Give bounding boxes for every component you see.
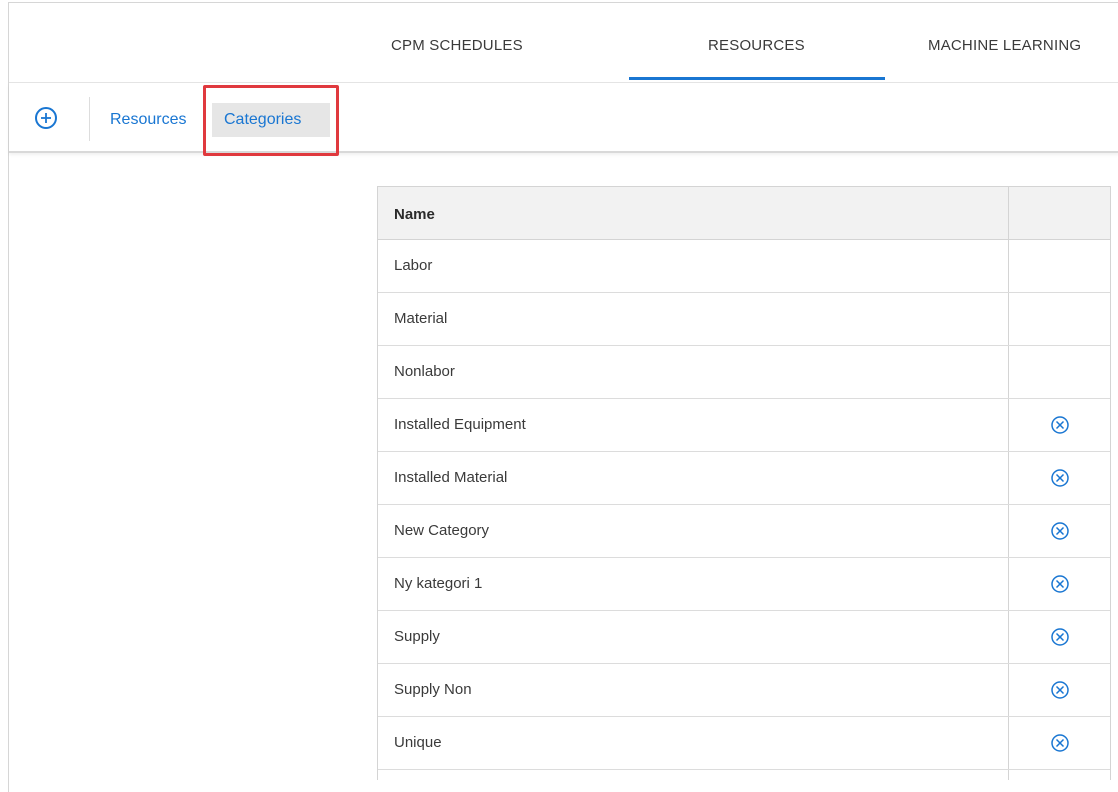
table-row[interactable]: Material	[378, 293, 1110, 346]
close-circle-icon[interactable]	[1050, 680, 1070, 700]
app-frame: CPM SCHEDULES RESOURCES MACHINE LEARNING…	[8, 2, 1118, 792]
category-name: Unique	[394, 734, 442, 751]
close-circle-icon[interactable]	[1050, 733, 1070, 753]
close-circle-icon[interactable]	[1050, 521, 1070, 541]
table-header: Name	[378, 186, 1110, 240]
category-name: Supply	[394, 628, 440, 645]
category-name: Material	[394, 310, 448, 327]
add-button[interactable]	[35, 107, 57, 129]
category-name: Installed Material	[394, 469, 508, 486]
categories-link[interactable]: Categories	[224, 111, 301, 129]
table-tail	[378, 770, 1110, 780]
close-circle-icon[interactable]	[1050, 415, 1070, 435]
close-circle-icon[interactable]	[1050, 574, 1070, 594]
category-name: Nonlabor	[394, 363, 455, 380]
top-tab-bar: CPM SCHEDULES RESOURCES MACHINE LEARNING	[9, 3, 1118, 83]
category-name: Ny kategori 1	[394, 575, 483, 592]
toolbar-divider	[89, 97, 90, 141]
table-row[interactable]: Labor	[378, 240, 1110, 293]
table-row[interactable]: Installed Equipment	[378, 399, 1110, 452]
category-name: Labor	[394, 257, 433, 274]
category-name: Supply Non	[394, 681, 472, 698]
toolbar: Resources Categories	[9, 83, 1118, 156]
close-circle-icon[interactable]	[1050, 468, 1070, 488]
table-row[interactable]: New Category	[378, 505, 1110, 558]
category-name: Installed Equipment	[394, 416, 526, 433]
table-row[interactable]: Unique	[378, 717, 1110, 770]
tab-machine-learning[interactable]: MACHINE LEARNING	[928, 37, 1081, 54]
table-row[interactable]: Installed Material	[378, 452, 1110, 505]
table-row[interactable]: Supply	[378, 611, 1110, 664]
plus-circle-icon	[41, 113, 51, 123]
column-header-name[interactable]: Name	[394, 206, 435, 223]
category-name: New Category	[394, 522, 490, 539]
close-circle-icon[interactable]	[1050, 627, 1070, 647]
categories-table: Name Labor Material Nonlabor Installed Equi…	[377, 186, 1111, 780]
column-separator	[1008, 187, 1009, 239]
table-row[interactable]: Nonlabor	[378, 346, 1110, 399]
tab-resources[interactable]: RESOURCES	[708, 37, 805, 54]
table-body: Labor Material Nonlabor Installed Equipment…	[378, 240, 1110, 770]
table-row[interactable]: Ny kategori 1	[378, 558, 1110, 611]
active-tab-indicator	[629, 77, 885, 80]
resources-link[interactable]: Resources	[110, 111, 186, 129]
table-row[interactable]: Supply Non	[378, 664, 1110, 717]
tab-cpm-schedules[interactable]: CPM SCHEDULES	[391, 37, 523, 54]
